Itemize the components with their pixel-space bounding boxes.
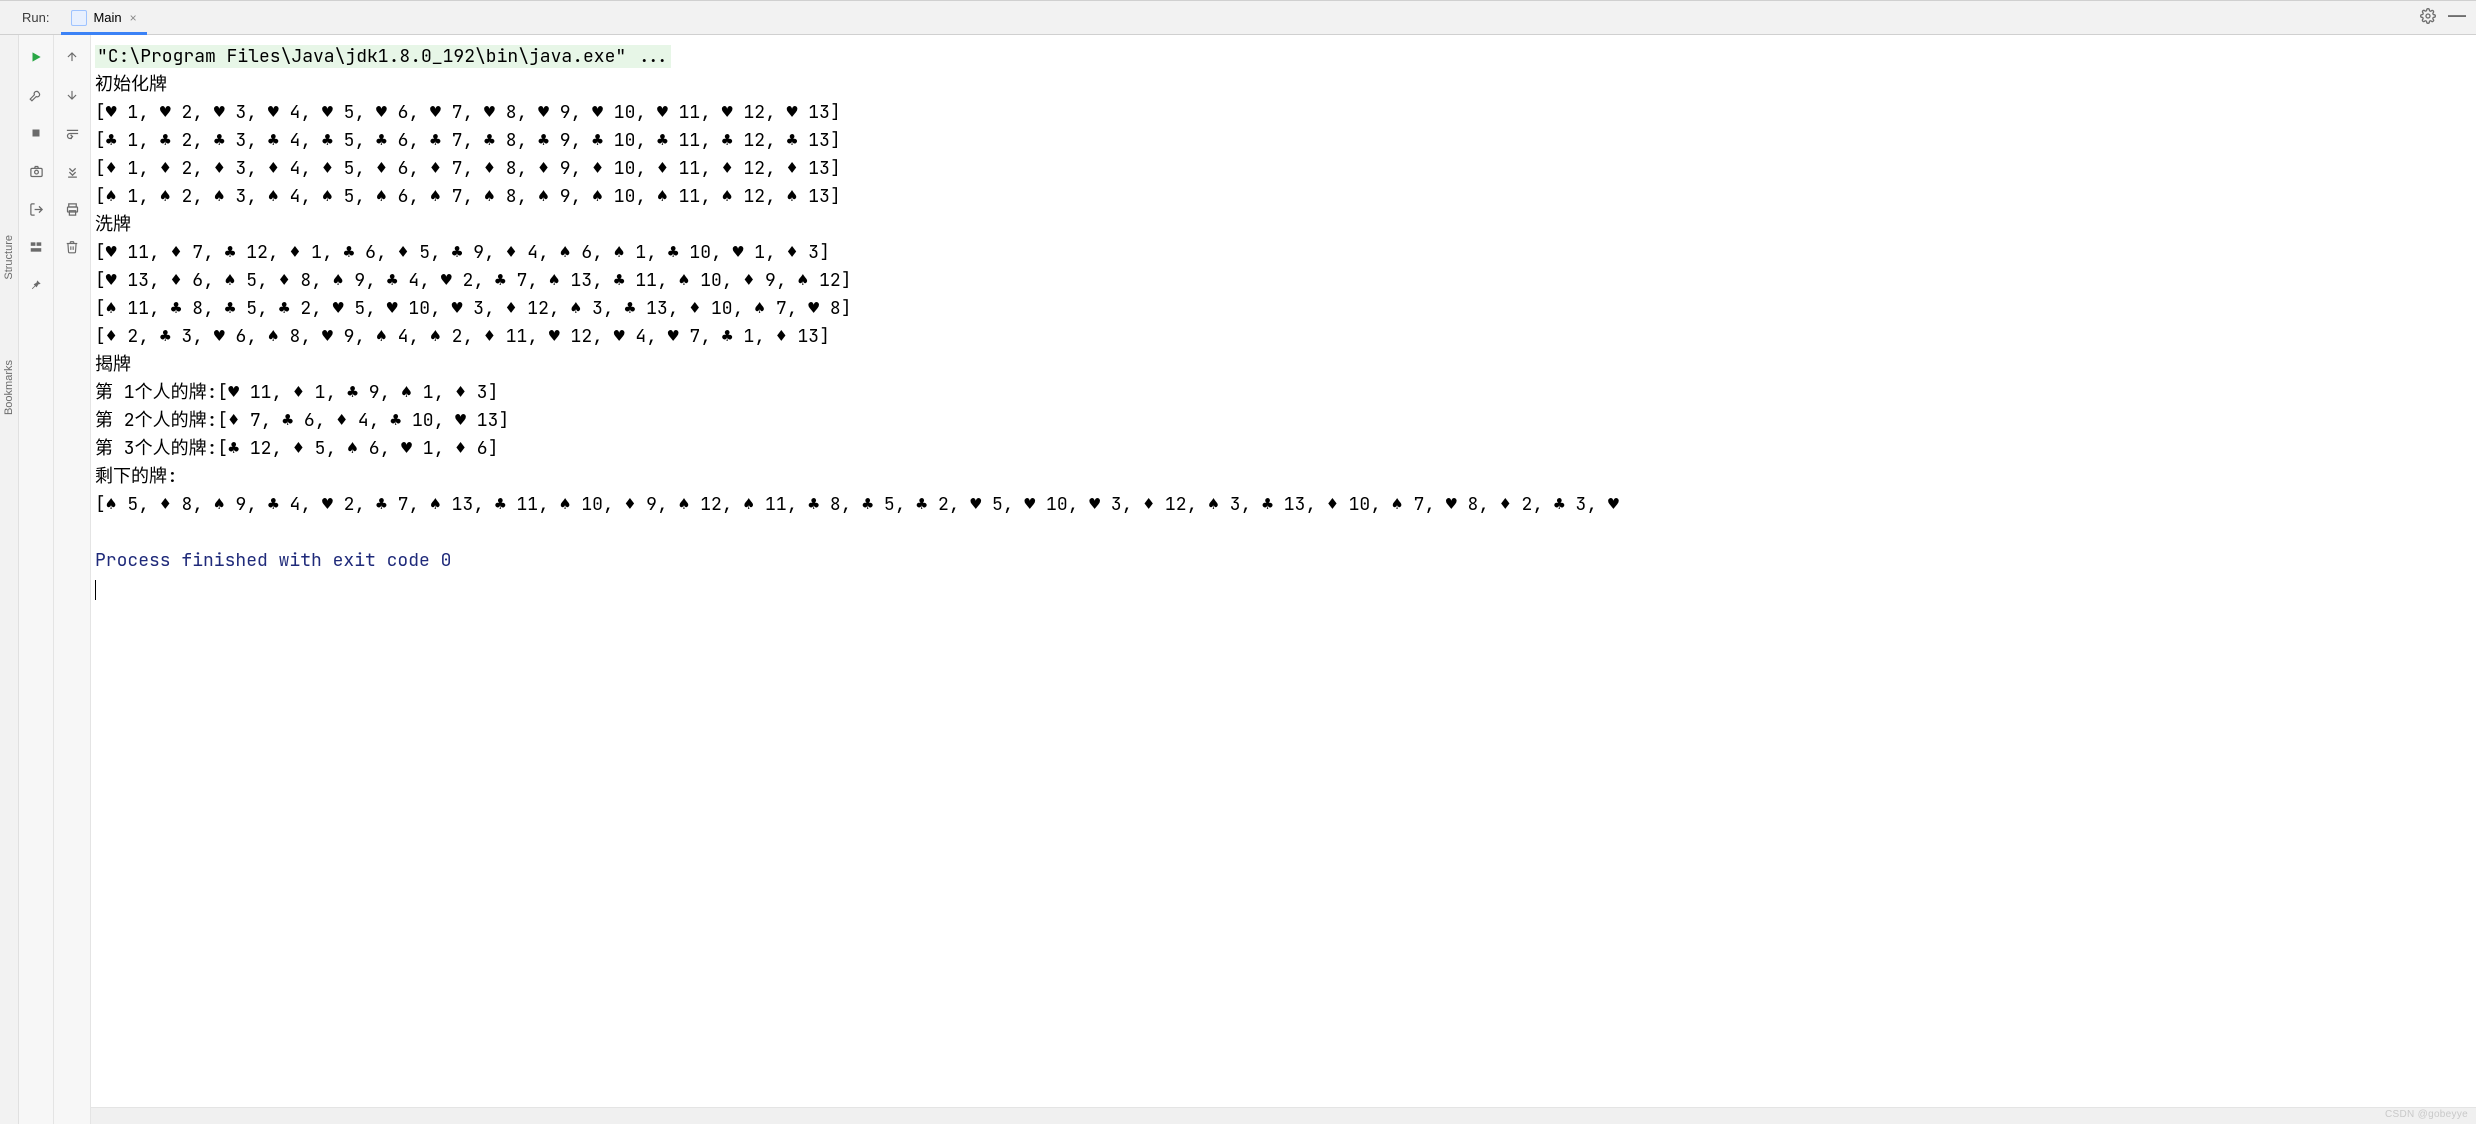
section-label: 初始化牌 [95, 71, 2476, 99]
titlebar-actions: — [2420, 1, 2476, 34]
watermark: CSDN @gobeyye [2385, 1109, 2468, 1120]
arrow-down-icon[interactable] [62, 85, 82, 105]
output-line: [♠ 5, ♦ 8, ♠ 9, ♣ 4, ♥ 2, ♣ 7, ♠ 13, ♣ 1… [95, 491, 2476, 519]
layout-icon[interactable] [26, 237, 46, 257]
exit-code-line: Process finished with exit code 0 [95, 547, 2476, 575]
titlebar: Run: Main × — [0, 0, 2476, 35]
console-output[interactable]: "C:\Program Files\Java\jdk1.8.0_192\bin\… [91, 35, 2476, 1107]
camera-icon[interactable] [26, 161, 46, 181]
wrench-icon[interactable] [26, 85, 46, 105]
blank-line [95, 519, 2476, 547]
output-line: 第 2个人的牌:[♦ 7, ♣ 6, ♦ 4, ♣ 10, ♥ 13] [95, 407, 2476, 435]
scroll-to-end-icon[interactable] [62, 161, 82, 181]
command-line: "C:\Program Files\Java\jdk1.8.0_192\bin\… [95, 43, 2476, 71]
output-line: [♦ 1, ♦ 2, ♦ 3, ♦ 4, ♦ 5, ♦ 6, ♦ 7, ♦ 8,… [95, 155, 2476, 183]
caret-icon [95, 580, 96, 600]
trash-icon[interactable] [62, 237, 82, 257]
output-line: 第 3个人的牌:[♣ 12, ♦ 5, ♠ 6, ♥ 1, ♦ 6] [95, 435, 2476, 463]
main-row: Structure Bookmarks [0, 35, 2476, 1124]
output-line: [♥ 13, ♦ 6, ♠ 5, ♦ 8, ♠ 9, ♣ 4, ♥ 2, ♣ 7… [95, 267, 2476, 295]
exit-icon[interactable] [26, 199, 46, 219]
section-label: 揭牌 [95, 351, 2476, 379]
section-label: 洗牌 [95, 211, 2476, 239]
output-line: [♣ 1, ♣ 2, ♣ 3, ♣ 4, ♣ 5, ♣ 6, ♣ 7, ♣ 8,… [95, 127, 2476, 155]
close-icon[interactable]: × [128, 11, 137, 25]
section-label: 剩下的牌: [95, 463, 2476, 491]
console-actions-column [54, 35, 91, 1124]
structure-tool-button[interactable]: Structure [3, 235, 15, 280]
bookmarks-tool-button[interactable]: Bookmarks [3, 360, 15, 415]
left-vertical-bar: Structure Bookmarks [0, 35, 19, 1124]
stop-icon[interactable] [26, 123, 46, 143]
output-line: [♥ 1, ♥ 2, ♥ 3, ♥ 4, ♥ 5, ♥ 6, ♥ 7, ♥ 8,… [95, 99, 2476, 127]
console-wrap: "C:\Program Files\Java\jdk1.8.0_192\bin\… [91, 35, 2476, 1124]
horizontal-scrollbar[interactable] [91, 1107, 2476, 1124]
titlebar-spacer [147, 1, 2420, 34]
run-actions-column [19, 35, 54, 1124]
tab-label: Main [93, 10, 121, 25]
rerun-icon[interactable] [26, 47, 46, 67]
caret-line [95, 575, 2476, 603]
soft-wrap-icon[interactable] [62, 123, 82, 143]
printer-icon[interactable] [62, 199, 82, 219]
arrow-up-icon[interactable] [62, 47, 82, 67]
run-label: Run: [0, 1, 61, 34]
run-tab-main[interactable]: Main × [61, 1, 146, 34]
output-line: [♦ 2, ♣ 3, ♥ 6, ♠ 8, ♥ 9, ♠ 4, ♠ 2, ♦ 11… [95, 323, 2476, 351]
java-class-icon [71, 10, 87, 26]
pin-icon[interactable] [26, 275, 46, 295]
output-line: [♥ 11, ♦ 7, ♣ 12, ♦ 1, ♣ 6, ♦ 5, ♣ 9, ♦ … [95, 239, 2476, 267]
run-tool-window: Run: Main × — Structure Bookmarks [0, 0, 2476, 1124]
output-line: 第 1个人的牌:[♥ 11, ♦ 1, ♣ 9, ♠ 1, ♦ 3] [95, 379, 2476, 407]
output-line: [♠ 11, ♣ 8, ♣ 5, ♣ 2, ♥ 5, ♥ 10, ♥ 3, ♦ … [95, 295, 2476, 323]
output-line: [♠ 1, ♠ 2, ♠ 3, ♠ 4, ♠ 5, ♠ 6, ♠ 7, ♠ 8,… [95, 183, 2476, 211]
active-tab-underline [61, 32, 146, 35]
minimize-icon[interactable]: — [2448, 9, 2466, 27]
gear-icon[interactable] [2420, 8, 2436, 27]
